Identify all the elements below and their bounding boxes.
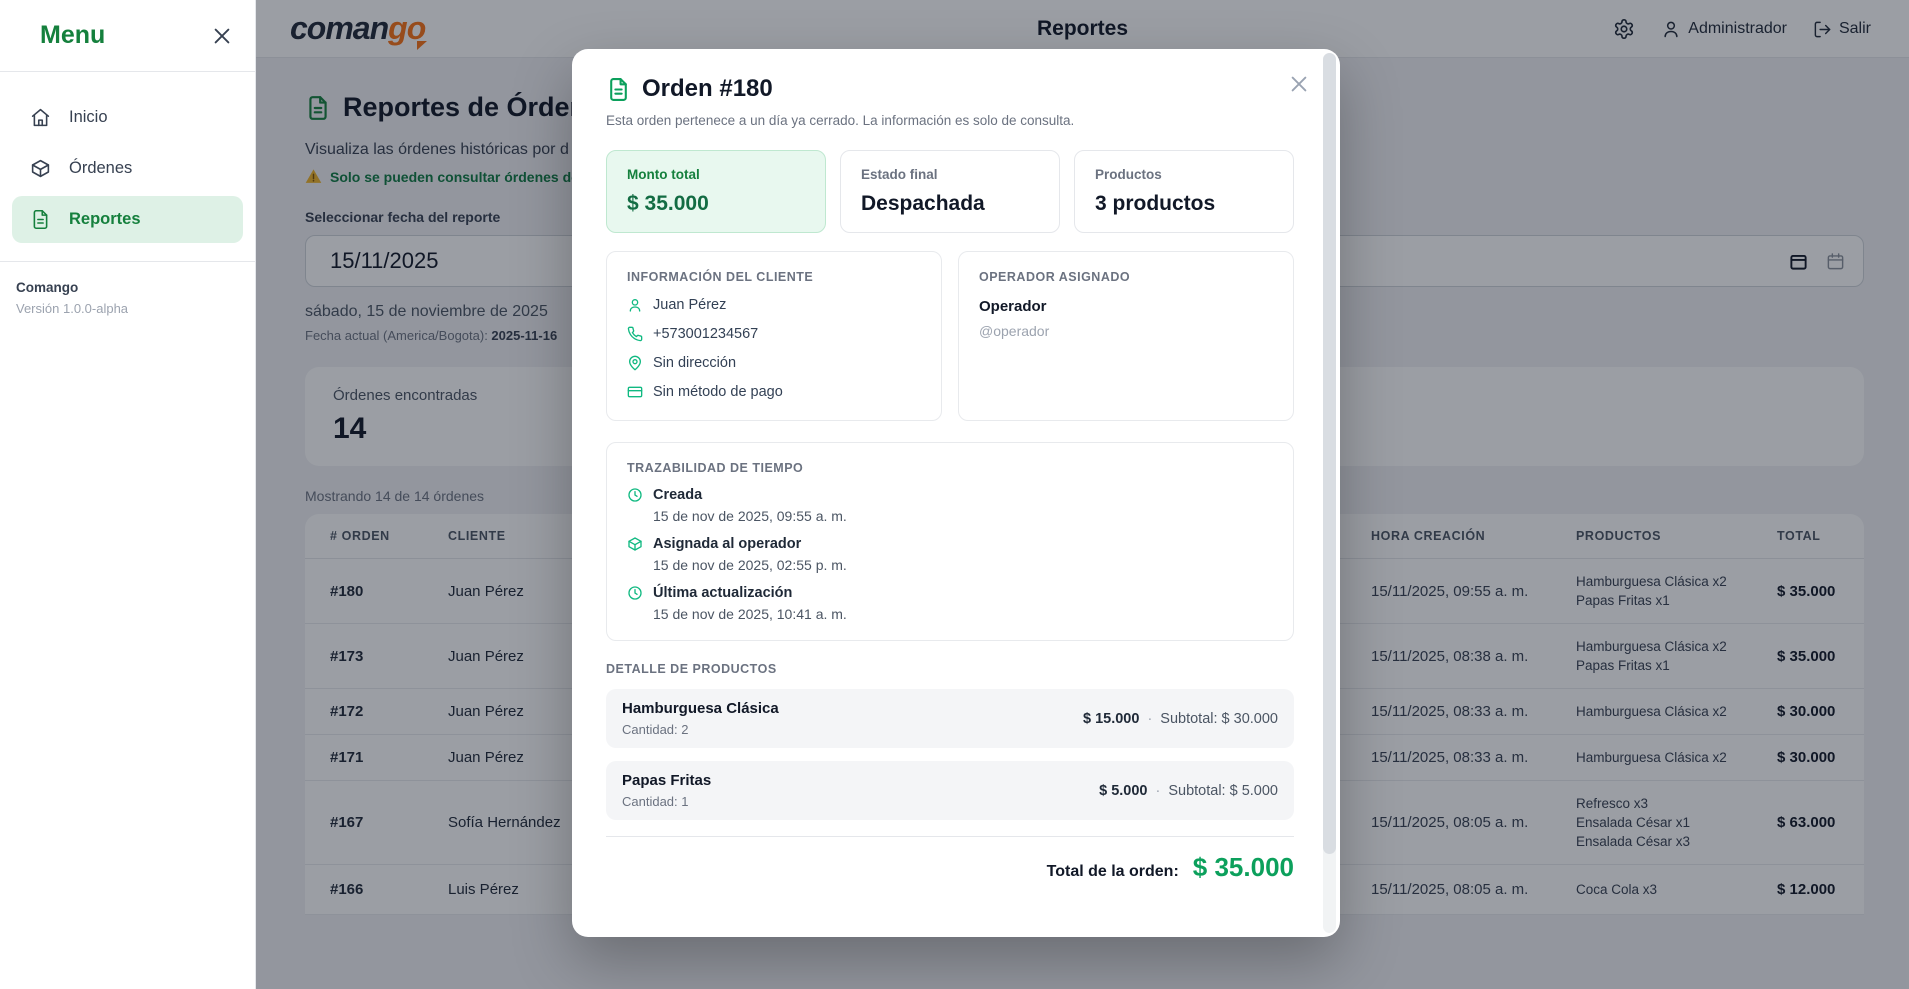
sidebar-item-label: Órdenes (69, 159, 132, 178)
sidebar-drawer: Menu Inicio Órdenes R (0, 0, 256, 989)
modal-scrollbar-thumb[interactable] (1323, 53, 1336, 854)
dot-separator: · (1147, 711, 1152, 727)
timeline-event-label: Última actualización (653, 585, 792, 601)
sidebar-app-version: Versión 1.0.0-alpha (16, 301, 239, 316)
user-icon (627, 297, 643, 313)
sidebar-item-reportes[interactable]: Reportes (12, 196, 243, 243)
product-qty: Cantidad: 1 (622, 794, 711, 809)
stat-value: 3 productos (1095, 192, 1273, 216)
client-phone-row: +573001234567 (627, 326, 921, 342)
order-detail-modal: Orden #180 Esta orden pertenece a un día… (572, 49, 1340, 937)
operator-handle: @operador (979, 323, 1273, 339)
products-section: DETALLE DE PRODUCTOS Hamburguesa Clásica… (606, 662, 1294, 820)
timeline-event-date: 15 de nov de 2025, 10:41 a. m. (653, 606, 1273, 622)
product-name: Hamburguesa Clásica (622, 700, 779, 717)
client-payment: Sin método de pago (653, 384, 783, 400)
timeline-event-date: 15 de nov de 2025, 09:55 a. m. (653, 508, 1273, 524)
app-root: comango Reportes Administrador Salir (0, 0, 1909, 989)
product-subtotal: Subtotal: $ 30.000 (1160, 711, 1278, 727)
product-item: Papas Fritas Cantidad: 1 $ 5.000 · Subto… (606, 761, 1294, 820)
client-info-panel: INFORMACIÓN DEL CLIENTE Juan Pérez +5730… (606, 251, 942, 421)
stat-label: Monto total (627, 167, 805, 182)
sidebar-item-label: Inicio (69, 108, 108, 127)
sidebar-title: Menu (40, 21, 105, 50)
dot-separator: · (1156, 783, 1161, 799)
order-total-label: Total de la orden: (1047, 863, 1179, 881)
product-price: $ 15.000 (1083, 711, 1139, 727)
home-icon (30, 107, 51, 128)
timeline-event-date: 15 de nov de 2025, 02:55 p. m. (653, 557, 1273, 573)
sidebar-item-inicio[interactable]: Inicio (12, 94, 243, 141)
sidebar-item-label: Reportes (69, 210, 141, 229)
products-title: DETALLE DE PRODUCTOS (606, 662, 1294, 676)
stat-label: Productos (1095, 167, 1273, 182)
product-item: Hamburguesa Clásica Cantidad: 2 $ 15.000… (606, 689, 1294, 748)
package-icon (627, 536, 643, 552)
credit-card-icon (627, 384, 643, 400)
clock-icon (627, 487, 643, 503)
client-phone: +573001234567 (653, 326, 758, 342)
map-pin-icon (627, 355, 643, 371)
modal-subtitle: Esta orden pertenece a un día ya cerrado… (606, 113, 1294, 128)
product-price: $ 5.000 (1099, 783, 1147, 799)
operator-name: Operador (979, 298, 1273, 315)
product-qty: Cantidad: 2 (622, 722, 779, 737)
stat-value: $ 35.000 (627, 192, 805, 216)
stat-label: Estado final (861, 167, 1039, 182)
client-payment-row: Sin método de pago (627, 384, 921, 400)
operator-panel: OPERADOR ASIGNADO Operador @operador (958, 251, 1294, 421)
timeline-event-label: Creada (653, 487, 702, 503)
product-name: Papas Fritas (622, 772, 711, 789)
file-icon (30, 209, 51, 230)
stat-monto-total: Monto total $ 35.000 (606, 150, 826, 233)
timeline-panel: TRAZABILIDAD DE TIEMPO Creada 15 de nov … (606, 442, 1294, 641)
client-address: Sin dirección (653, 355, 736, 371)
clock-icon (627, 585, 643, 601)
stat-value: Despachada (861, 192, 1039, 216)
client-address-row: Sin dirección (627, 355, 921, 371)
sidebar-close-icon[interactable] (211, 25, 233, 47)
sidebar-app-name: Comango (16, 280, 239, 295)
timeline-event: Creada 15 de nov de 2025, 09:55 a. m. (627, 487, 1273, 524)
phone-icon (627, 326, 643, 342)
order-total-value: $ 35.000 (1193, 852, 1294, 883)
package-icon (30, 158, 51, 179)
modal-scrollbar[interactable] (1323, 53, 1336, 933)
client-name-row: Juan Pérez (627, 297, 921, 313)
timeline-event: Asignada al operador 15 de nov de 2025, … (627, 536, 1273, 573)
client-info-title: INFORMACIÓN DEL CLIENTE (627, 270, 921, 284)
product-subtotal: Subtotal: $ 5.000 (1168, 783, 1278, 799)
operator-title: OPERADOR ASIGNADO (979, 270, 1273, 284)
order-file-icon (606, 77, 631, 102)
modal-title: Orden #180 (642, 75, 773, 103)
client-name: Juan Pérez (653, 297, 726, 313)
stat-estado-final: Estado final Despachada (840, 150, 1060, 233)
stat-productos: Productos 3 productos (1074, 150, 1294, 233)
sidebar-item-ordenes[interactable]: Órdenes (12, 145, 243, 192)
timeline-event: Última actualización 15 de nov de 2025, … (627, 585, 1273, 622)
modal-close-icon[interactable] (1288, 73, 1310, 95)
timeline-event-label: Asignada al operador (653, 536, 801, 552)
timeline-title: TRAZABILIDAD DE TIEMPO (627, 461, 1273, 475)
order-total-row: Total de la orden: $ 35.000 (606, 836, 1294, 883)
